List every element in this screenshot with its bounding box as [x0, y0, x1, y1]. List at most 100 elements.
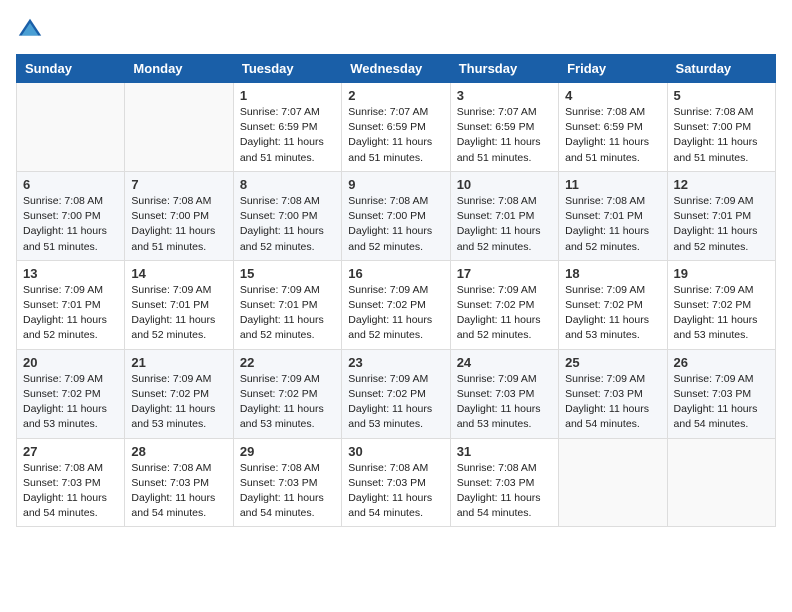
calendar-cell: 23 Sunrise: 7:09 AM Sunset: 7:02 PM Dayli… — [342, 349, 450, 438]
day-info: Sunrise: 7:09 AM Sunset: 7:02 PM Dayligh… — [457, 283, 552, 344]
calendar-cell: 28 Sunrise: 7:08 AM Sunset: 7:03 PM Dayli… — [125, 438, 233, 527]
day-number: 23 — [348, 355, 443, 370]
calendar-cell: 20 Sunrise: 7:09 AM Sunset: 7:02 PM Dayli… — [17, 349, 125, 438]
day-number: 9 — [348, 177, 443, 192]
calendar-week-row: 1 Sunrise: 7:07 AM Sunset: 6:59 PM Daylig… — [17, 83, 776, 172]
day-number: 20 — [23, 355, 118, 370]
calendar-cell: 18 Sunrise: 7:09 AM Sunset: 7:02 PM Dayli… — [559, 260, 667, 349]
calendar-cell: 30 Sunrise: 7:08 AM Sunset: 7:03 PM Dayli… — [342, 438, 450, 527]
day-number: 28 — [131, 444, 226, 459]
column-header-friday: Friday — [559, 55, 667, 83]
day-info: Sunrise: 7:08 AM Sunset: 7:00 PM Dayligh… — [131, 194, 226, 255]
day-number: 14 — [131, 266, 226, 281]
calendar-cell: 14 Sunrise: 7:09 AM Sunset: 7:01 PM Dayli… — [125, 260, 233, 349]
day-info: Sunrise: 7:09 AM Sunset: 7:01 PM Dayligh… — [674, 194, 769, 255]
column-header-sunday: Sunday — [17, 55, 125, 83]
day-info: Sunrise: 7:08 AM Sunset: 7:00 PM Dayligh… — [23, 194, 118, 255]
calendar-cell: 9Sunrise: 7:08 AM Sunset: 7:00 PM Daylig… — [342, 171, 450, 260]
calendar-week-row: 27 Sunrise: 7:08 AM Sunset: 7:03 PM Dayli… — [17, 438, 776, 527]
calendar-cell: 3 Sunrise: 7:07 AM Sunset: 6:59 PM Daylig… — [450, 83, 558, 172]
day-number: 1 — [240, 88, 335, 103]
day-info: Sunrise: 7:09 AM Sunset: 7:02 PM Dayligh… — [674, 283, 769, 344]
calendar-body: 1 Sunrise: 7:07 AM Sunset: 6:59 PM Daylig… — [17, 83, 776, 527]
day-number: 29 — [240, 444, 335, 459]
calendar-cell: 10 Sunrise: 7:08 AM Sunset: 7:01 PM Dayli… — [450, 171, 558, 260]
day-info: Sunrise: 7:07 AM Sunset: 6:59 PM Dayligh… — [348, 105, 443, 166]
logo-icon — [16, 16, 44, 44]
day-info: Sunrise: 7:07 AM Sunset: 6:59 PM Dayligh… — [457, 105, 552, 166]
day-info: Sunrise: 7:09 AM Sunset: 7:03 PM Dayligh… — [565, 372, 660, 433]
day-number: 11 — [565, 177, 660, 192]
day-number: 25 — [565, 355, 660, 370]
day-info: Sunrise: 7:08 AM Sunset: 7:01 PM Dayligh… — [457, 194, 552, 255]
day-number: 22 — [240, 355, 335, 370]
day-info: Sunrise: 7:08 AM Sunset: 7:01 PM Dayligh… — [565, 194, 660, 255]
calendar-cell — [559, 438, 667, 527]
calendar-cell: 7 Sunrise: 7:08 AM Sunset: 7:00 PM Daylig… — [125, 171, 233, 260]
day-number: 7 — [131, 177, 226, 192]
calendar-cell: 6 Sunrise: 7:08 AM Sunset: 7:00 PM Daylig… — [17, 171, 125, 260]
day-info: Sunrise: 7:09 AM Sunset: 7:03 PM Dayligh… — [457, 372, 552, 433]
calendar-cell: 5Sunrise: 7:08 AM Sunset: 7:00 PM Daylig… — [667, 83, 775, 172]
day-info: Sunrise: 7:08 AM Sunset: 7:03 PM Dayligh… — [348, 461, 443, 522]
day-info: Sunrise: 7:09 AM Sunset: 7:02 PM Dayligh… — [348, 372, 443, 433]
day-info: Sunrise: 7:09 AM Sunset: 7:02 PM Dayligh… — [240, 372, 335, 433]
day-number: 27 — [23, 444, 118, 459]
calendar-cell: 4Sunrise: 7:08 AM Sunset: 6:59 PM Daylig… — [559, 83, 667, 172]
day-info: Sunrise: 7:09 AM Sunset: 7:02 PM Dayligh… — [348, 283, 443, 344]
day-info: Sunrise: 7:08 AM Sunset: 7:00 PM Dayligh… — [240, 194, 335, 255]
calendar-cell: 2 Sunrise: 7:07 AM Sunset: 6:59 PM Daylig… — [342, 83, 450, 172]
day-number: 26 — [674, 355, 769, 370]
calendar-cell: 1 Sunrise: 7:07 AM Sunset: 6:59 PM Daylig… — [233, 83, 341, 172]
day-info: Sunrise: 7:07 AM Sunset: 6:59 PM Dayligh… — [240, 105, 335, 166]
calendar-cell: 17 Sunrise: 7:09 AM Sunset: 7:02 PM Dayli… — [450, 260, 558, 349]
calendar-cell — [125, 83, 233, 172]
calendar-week-row: 20 Sunrise: 7:09 AM Sunset: 7:02 PM Dayli… — [17, 349, 776, 438]
column-header-monday: Monday — [125, 55, 233, 83]
calendar-week-row: 13 Sunrise: 7:09 AM Sunset: 7:01 PM Dayli… — [17, 260, 776, 349]
day-info: Sunrise: 7:08 AM Sunset: 7:03 PM Dayligh… — [240, 461, 335, 522]
day-number: 15 — [240, 266, 335, 281]
day-info: Sunrise: 7:09 AM Sunset: 7:02 PM Dayligh… — [565, 283, 660, 344]
calendar-cell: 26 Sunrise: 7:09 AM Sunset: 7:03 PM Dayli… — [667, 349, 775, 438]
day-number: 24 — [457, 355, 552, 370]
calendar-week-row: 6 Sunrise: 7:08 AM Sunset: 7:00 PM Daylig… — [17, 171, 776, 260]
day-number: 2 — [348, 88, 443, 103]
day-info: Sunrise: 7:09 AM Sunset: 7:03 PM Dayligh… — [674, 372, 769, 433]
calendar-header-row: SundayMondayTuesdayWednesdayThursdayFrid… — [17, 55, 776, 83]
calendar-cell: 24 Sunrise: 7:09 AM Sunset: 7:03 PM Dayli… — [450, 349, 558, 438]
day-info: Sunrise: 7:08 AM Sunset: 6:59 PM Dayligh… — [565, 105, 660, 166]
day-number: 10 — [457, 177, 552, 192]
column-header-tuesday: Tuesday — [233, 55, 341, 83]
day-info: Sunrise: 7:09 AM Sunset: 7:02 PM Dayligh… — [23, 372, 118, 433]
calendar-cell: 19Sunrise: 7:09 AM Sunset: 7:02 PM Dayli… — [667, 260, 775, 349]
day-info: Sunrise: 7:08 AM Sunset: 7:03 PM Dayligh… — [131, 461, 226, 522]
day-number: 31 — [457, 444, 552, 459]
page-header — [16, 16, 776, 44]
day-number: 17 — [457, 266, 552, 281]
day-number: 3 — [457, 88, 552, 103]
day-number: 16 — [348, 266, 443, 281]
day-number: 30 — [348, 444, 443, 459]
calendar-cell: 25 Sunrise: 7:09 AM Sunset: 7:03 PM Dayli… — [559, 349, 667, 438]
day-number: 21 — [131, 355, 226, 370]
day-number: 8 — [240, 177, 335, 192]
day-info: Sunrise: 7:08 AM Sunset: 7:03 PM Dayligh… — [457, 461, 552, 522]
column-header-thursday: Thursday — [450, 55, 558, 83]
calendar-cell — [667, 438, 775, 527]
column-header-wednesday: Wednesday — [342, 55, 450, 83]
day-number: 12 — [674, 177, 769, 192]
day-number: 5 — [674, 88, 769, 103]
calendar-cell: 12 Sunrise: 7:09 AM Sunset: 7:01 PM Dayli… — [667, 171, 775, 260]
calendar-cell: 8 Sunrise: 7:08 AM Sunset: 7:00 PM Daylig… — [233, 171, 341, 260]
day-info: Sunrise: 7:09 AM Sunset: 7:01 PM Dayligh… — [131, 283, 226, 344]
calendar-cell: 22 Sunrise: 7:09 AM Sunset: 7:02 PM Dayli… — [233, 349, 341, 438]
day-info: Sunrise: 7:08 AM Sunset: 7:03 PM Dayligh… — [23, 461, 118, 522]
day-number: 18 — [565, 266, 660, 281]
day-number: 6 — [23, 177, 118, 192]
calendar-cell — [17, 83, 125, 172]
day-number: 13 — [23, 266, 118, 281]
calendar-cell: 21Sunrise: 7:09 AM Sunset: 7:02 PM Dayli… — [125, 349, 233, 438]
logo — [16, 16, 48, 44]
day-info: Sunrise: 7:09 AM Sunset: 7:01 PM Dayligh… — [240, 283, 335, 344]
